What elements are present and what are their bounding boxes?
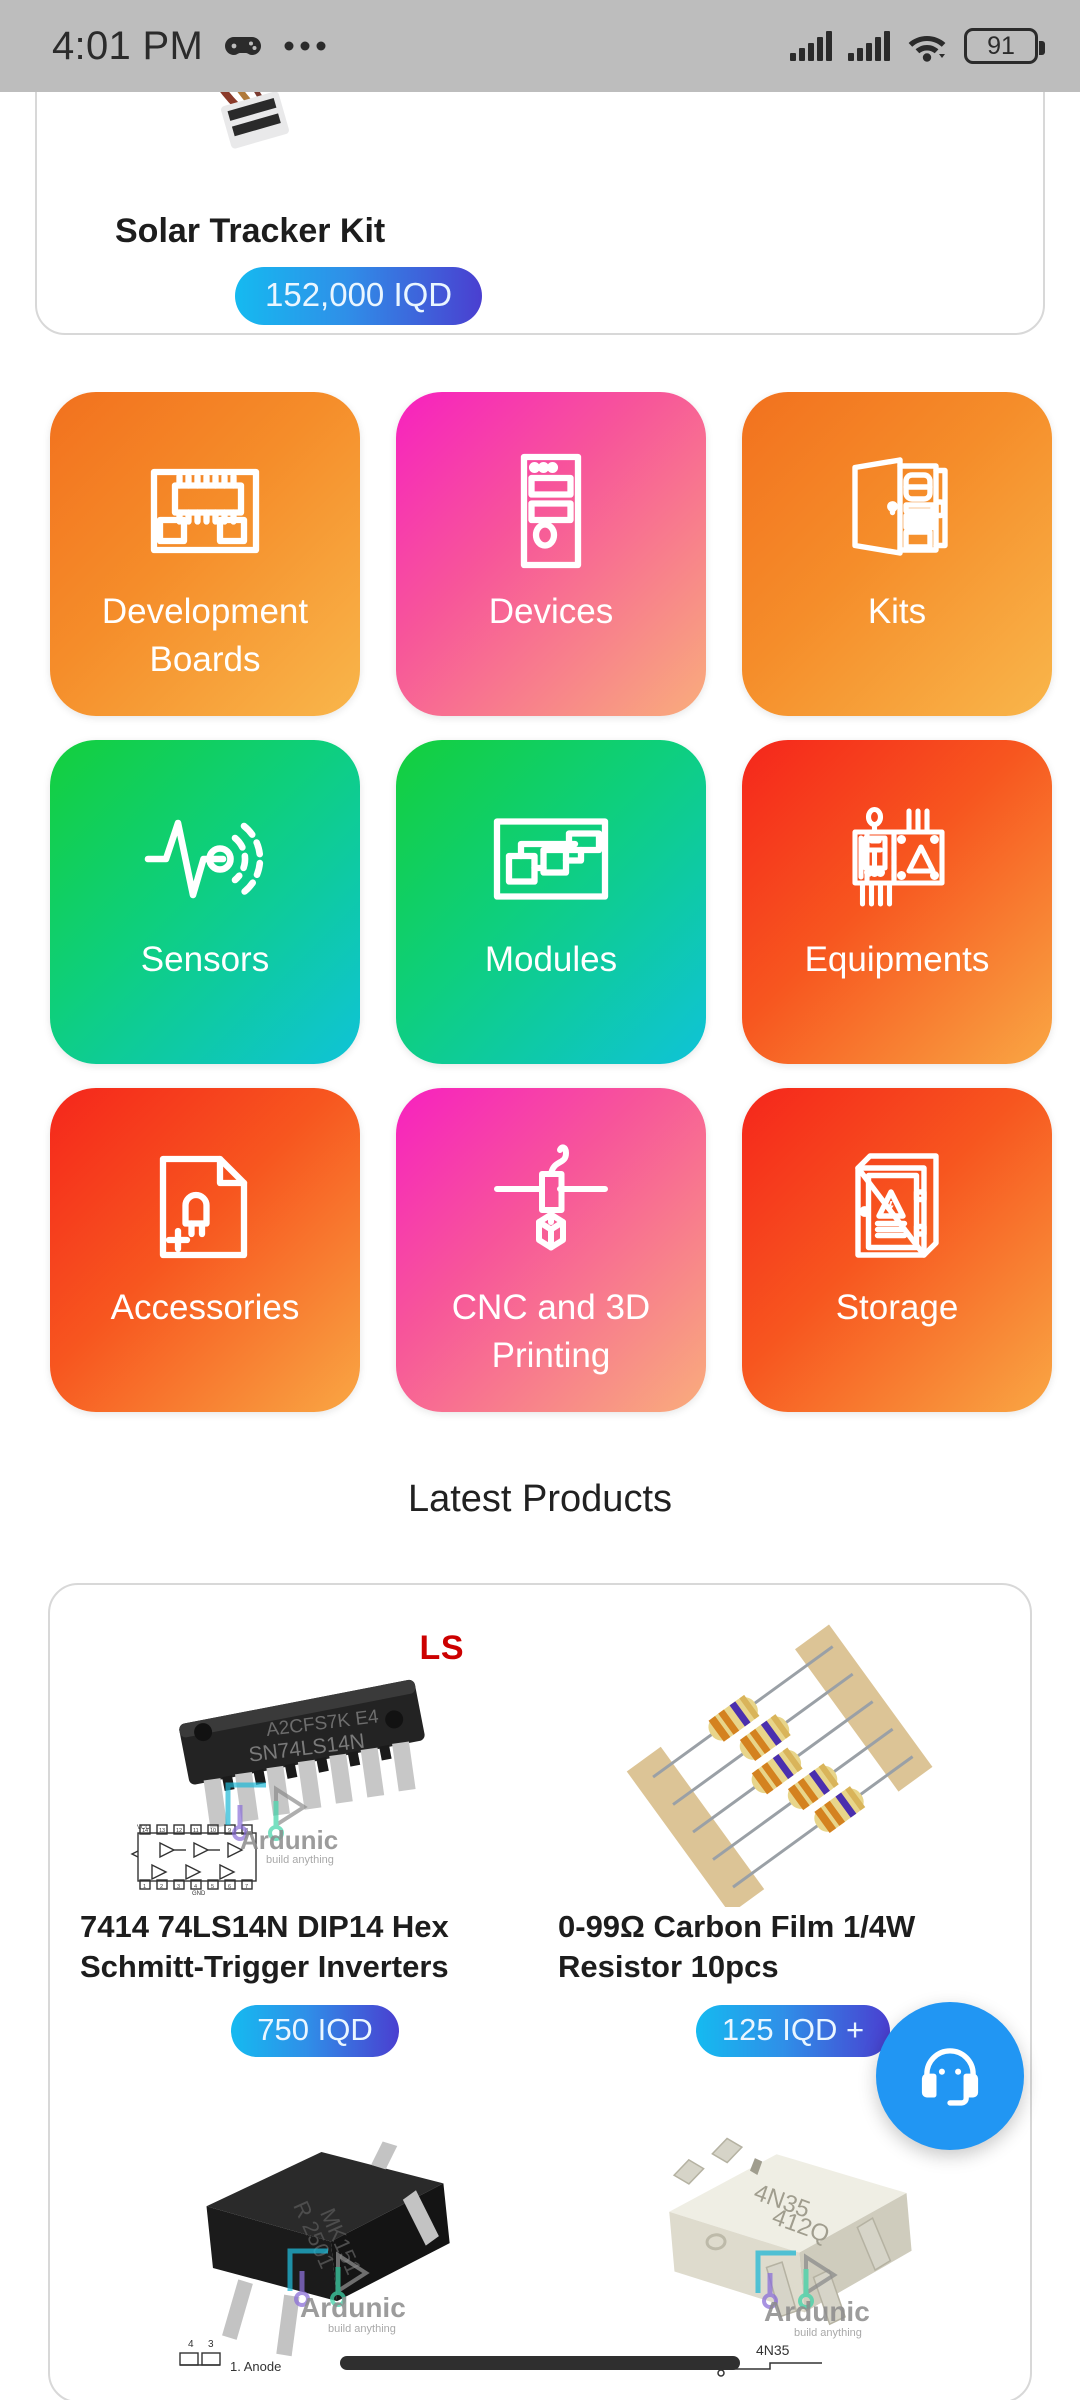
- svg-text:4: 4: [194, 1884, 197, 1890]
- product-image: R 2501 MK151 Ardunic build anything 4 3 …: [80, 2085, 550, 2385]
- wifi-icon: [906, 30, 948, 62]
- svg-text:1. Anode: 1. Anode: [230, 2359, 281, 2374]
- svg-text:Ardunic: Ardunic: [240, 1825, 338, 1855]
- home-indicator[interactable]: [340, 2356, 740, 2370]
- battery-icon: 91: [964, 28, 1045, 64]
- price-pill: 750 IQD: [231, 2005, 399, 2057]
- svg-text:4: 4: [188, 2339, 194, 2350]
- category-tile-accessories[interactable]: Accessories: [50, 1088, 360, 1412]
- featured-product-price: 152,000 IQD: [235, 267, 483, 325]
- svg-text:Ardunic: Ardunic: [764, 2296, 870, 2327]
- product-image: LS A2CFS7K E4 SN74LS14N VCC GND 14 13 12…: [80, 1607, 550, 1907]
- svg-text:3: 3: [208, 2339, 214, 2350]
- category-label: Devices: [488, 592, 614, 631]
- category-label: Kits: [867, 592, 927, 631]
- category-row: Development Boards Devices Kits: [50, 392, 1080, 716]
- category-tile-development-boards[interactable]: Development Boards: [50, 392, 360, 716]
- category-row: Sensors Modules Equipments: [50, 740, 1080, 1064]
- category-label: Development Boards: [101, 592, 309, 679]
- category-tile-sensors[interactable]: Sensors: [50, 740, 360, 1064]
- price-pill: 125 IQD +: [695, 2005, 891, 2057]
- document-led-plus-icon: [130, 1132, 280, 1282]
- category-tile-devices[interactable]: Devices: [396, 392, 706, 716]
- svg-text:build anything: build anything: [266, 1854, 334, 1866]
- ls-badge: LS: [419, 1629, 464, 1667]
- svg-text:GND: GND: [192, 1891, 206, 1897]
- product-image: [558, 1607, 1028, 1914]
- category-tile-kits[interactable]: Kits: [742, 392, 1052, 716]
- category-row: Accessories CNC and 3D Printing Storage: [50, 1088, 1080, 1412]
- headset-support-icon: [913, 2037, 987, 2116]
- svg-text:10: 10: [210, 1828, 216, 1834]
- svg-text:9: 9: [228, 1828, 231, 1834]
- status-bar-right: 91: [790, 28, 1080, 64]
- signal-bars-icon: [790, 31, 832, 61]
- pc-tower-icon: [476, 436, 626, 586]
- product-title: 7414 74LS14N DIP14 Hex Schmitt-Trigger I…: [80, 1909, 449, 1984]
- microcontroller-board-icon: [130, 436, 280, 586]
- price-pill: 152,000 IQD: [235, 267, 483, 325]
- svg-text:3: 3: [177, 1884, 180, 1890]
- category-tile-storage[interactable]: Storage: [742, 1088, 1052, 1412]
- category-label: Accessories: [110, 1288, 300, 1327]
- category-grid[interactable]: Development Boards Devices Kits Sensors …: [0, 392, 1080, 1447]
- status-time: 4:01 PM: [52, 23, 204, 68]
- category-label: Sensors: [140, 940, 270, 979]
- category-label: CNC and 3D Printing: [451, 1288, 651, 1375]
- open-cabinet-icon: [822, 436, 972, 586]
- svg-text:build anything: build anything: [328, 2323, 396, 2335]
- product-item[interactable]: 0-99Ω Carbon Film 1/4W Resistor 10pcs 12…: [558, 1607, 1028, 2057]
- 3d-printer-extruder-icon: [476, 1132, 626, 1282]
- svg-text:12: 12: [176, 1828, 182, 1834]
- overflow-menu-icon: [283, 40, 327, 52]
- latest-products-heading: Latest Products: [407, 1478, 673, 1520]
- waveform-signal-icon: [130, 784, 280, 934]
- svg-text:1: 1: [143, 1884, 146, 1890]
- featured-product-title: Solar Tracker Kit: [115, 212, 386, 250]
- svg-text:2: 2: [160, 1884, 163, 1890]
- category-label: Equipments: [804, 940, 990, 979]
- product-title: 0-99Ω Carbon Film 1/4W Resistor 10pcs: [558, 1909, 916, 1984]
- svg-text:Ardunic: Ardunic: [300, 2292, 406, 2323]
- electrical-cabinet-icon: [822, 1132, 972, 1282]
- category-tile-cnc-3d-printing[interactable]: CNC and 3D Printing: [396, 1088, 706, 1412]
- status-bar-left: 4:01 PM: [0, 24, 327, 69]
- svg-text:5: 5: [211, 1884, 214, 1890]
- block-diagram-icon: [476, 784, 626, 934]
- product-item[interactable]: R 2501 MK151 Ardunic build anything 4 3 …: [80, 2085, 550, 2385]
- svg-text:14: 14: [142, 1828, 148, 1834]
- svg-text:13: 13: [159, 1828, 165, 1834]
- product-item[interactable]: LS A2CFS7K E4 SN74LS14N VCC GND 14 13 12…: [80, 1607, 550, 2057]
- circuit-panel-icon: [822, 784, 972, 934]
- category-label: Storage: [835, 1288, 959, 1327]
- category-tile-equipments[interactable]: Equipments: [742, 740, 1052, 1064]
- gamepad-icon: [223, 33, 263, 59]
- svg-text:build anything: build anything: [794, 2327, 862, 2339]
- category-label: Modules: [484, 940, 618, 979]
- svg-text:11: 11: [193, 1828, 199, 1834]
- product-price: 750 IQD: [80, 2005, 550, 2057]
- signal-bars-icon: [848, 31, 890, 61]
- svg-text:6: 6: [228, 1884, 231, 1890]
- status-bar: 4:01 PM 91: [0, 0, 1080, 92]
- support-chat-fab[interactable]: [876, 2002, 1024, 2150]
- svg-text:7: 7: [245, 1884, 248, 1890]
- category-tile-modules[interactable]: Modules: [396, 740, 706, 1064]
- battery-level: 91: [987, 31, 1015, 60]
- latest-products-card: LS A2CFS7K E4 SN74LS14N VCC GND 14 13 12…: [48, 1583, 1032, 2400]
- svg-text:4N35: 4N35: [756, 2342, 790, 2358]
